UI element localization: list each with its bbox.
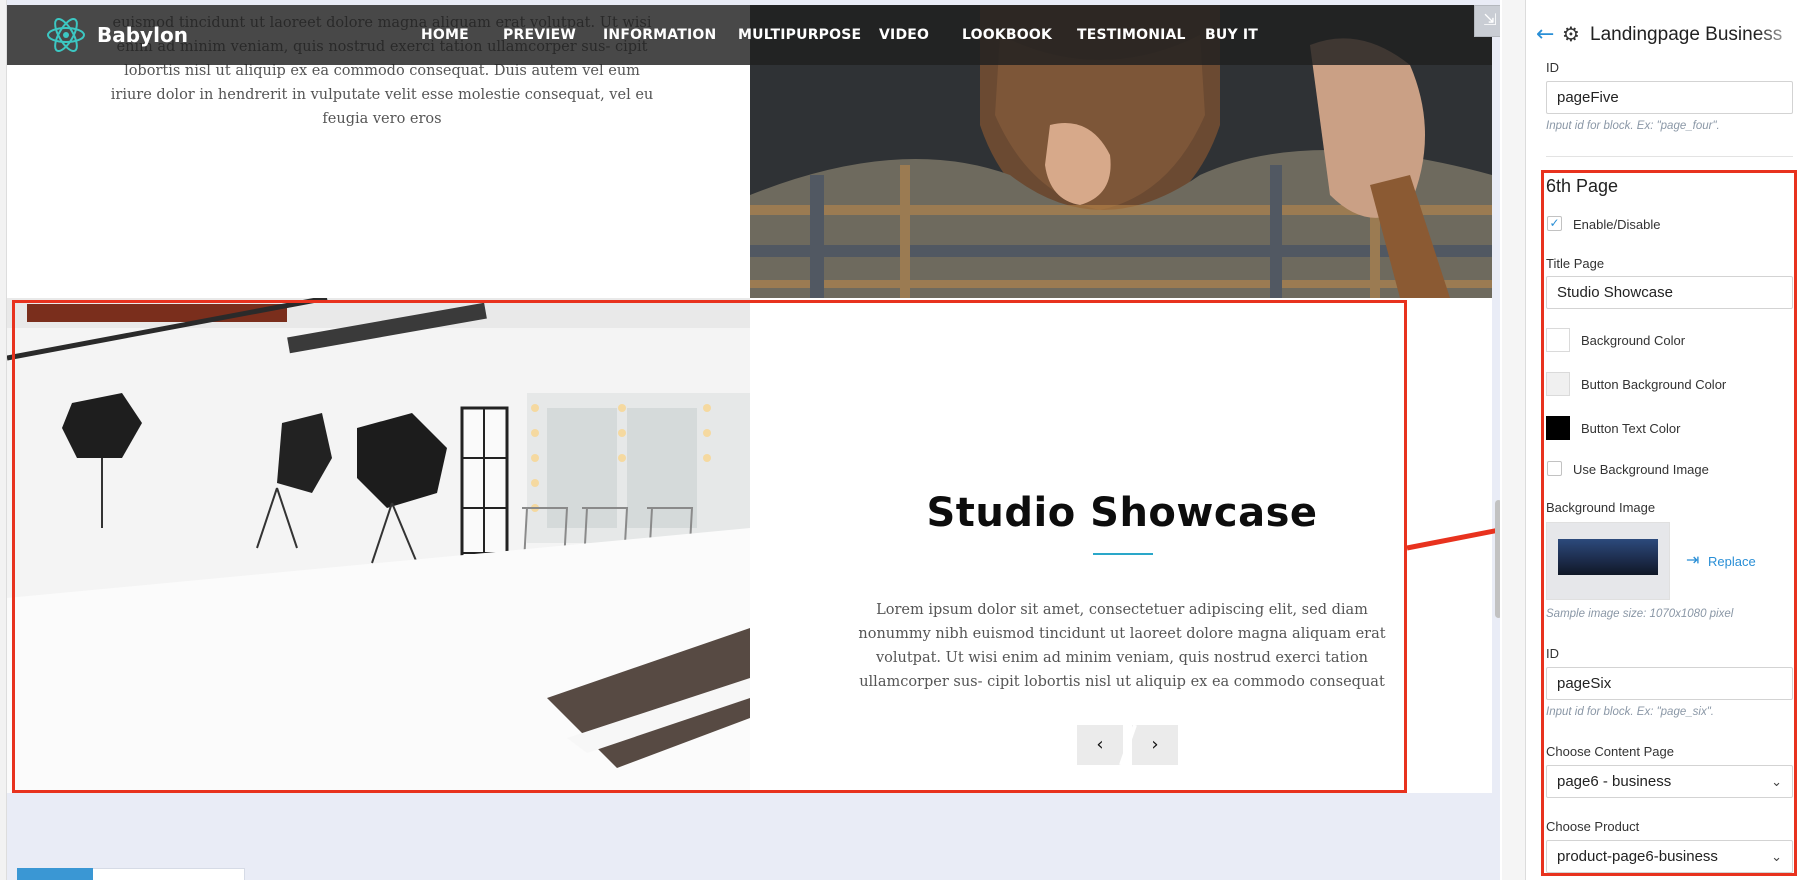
background-color-label: Background Color <box>1581 333 1686 348</box>
bottom-tab-desktop[interactable] <box>17 868 93 880</box>
slider-pager: ‹ › <box>1077 725 1178 765</box>
nav-testimonial[interactable]: TESTIMONIAL <box>1077 27 1186 43</box>
nav-video[interactable]: VIDEO <box>879 27 929 43</box>
panel-gutter <box>1502 0 1525 880</box>
prev-id-input[interactable]: pageFive <box>1546 81 1793 114</box>
bg-image-label: Background Image <box>1546 500 1656 515</box>
preview-left-edge <box>0 0 7 880</box>
button-text-color-swatch[interactable] <box>1546 416 1570 440</box>
button-bg-color-label: Button Background Color <box>1581 377 1727 392</box>
product-value: product-page6-business <box>1557 848 1718 865</box>
nav-multipurpose[interactable]: MULTIPURPOSE <box>738 27 861 43</box>
id-hint: Input id for block. Ex: "page_six". <box>1546 706 1714 718</box>
content-page-select[interactable]: page6 - business ⌄ <box>1546 765 1793 798</box>
studio-illustration <box>7 298 750 793</box>
replace-link[interactable]: Replace <box>1708 554 1756 569</box>
prev-id-hint: Input id for block. Ex: "page_four". <box>1546 120 1720 132</box>
preview-scrollbar[interactable] <box>1495 500 1500 618</box>
panel-title: Landingpage Business <box>1590 24 1783 45</box>
nav-lookbook[interactable]: LOOKBOOK <box>962 27 1052 43</box>
bg-image-hint: Sample image size: 1070x1080 pixel <box>1546 608 1734 620</box>
bg-image-preview <box>1558 539 1658 575</box>
brand-name[interactable]: Babylon <box>97 23 188 47</box>
product-select[interactable]: product-page6-business ⌄ <box>1546 840 1793 873</box>
annotation-arrow <box>1406 527 1500 551</box>
nav-preview[interactable]: PREVIEW <box>503 27 576 43</box>
title-fade <box>1756 18 1815 52</box>
bg-image-thumbnail[interactable] <box>1546 522 1670 600</box>
section-title: 6th Page <box>1546 176 1619 196</box>
background-color-swatch[interactable] <box>1546 328 1570 352</box>
next-slide-button[interactable]: › <box>1132 725 1178 765</box>
enable-label: Enable/Disable <box>1573 217 1661 232</box>
use-bg-image-checkbox[interactable] <box>1547 461 1562 476</box>
site-preview: euismod tincidunt ut laoreet dolore magn… <box>0 0 1500 880</box>
arrow-left-icon[interactable]: ← <box>1536 22 1554 47</box>
nav-buy-it[interactable]: BUY IT <box>1205 27 1258 43</box>
content-page-value: page6 - business <box>1557 773 1672 790</box>
id-label: ID <box>1546 646 1559 661</box>
button-bg-color-swatch[interactable] <box>1546 372 1570 396</box>
studio-showcase-section: Studio Showcase <box>7 298 1492 793</box>
gear-icon: ⚙ <box>1562 22 1580 46</box>
title-page-label: Title Page <box>1546 256 1605 271</box>
settings-panel: ← ⚙ Landingpage Business ID pageFive Inp… <box>1525 0 1815 880</box>
prev-id-label: ID <box>1546 60 1559 75</box>
content-page-label: Choose Content Page <box>1546 744 1674 759</box>
chevron-down-icon: ⌄ <box>1771 774 1782 789</box>
prev-slide-button[interactable]: ‹ <box>1077 725 1123 765</box>
studio-photo <box>7 298 750 793</box>
replace-icon[interactable]: ⇥ <box>1686 550 1699 570</box>
product-label: Choose Product <box>1546 819 1640 834</box>
button-text-color-label: Button Text Color <box>1581 421 1681 436</box>
enable-checkbox[interactable]: ✓ <box>1547 216 1562 231</box>
use-bg-image-label: Use Background Image <box>1573 462 1709 477</box>
atom-logo-icon[interactable] <box>45 14 87 56</box>
collapse-arrows-icon[interactable]: ⇲ <box>1474 5 1500 37</box>
chevron-down-icon: ⌄ <box>1771 849 1782 864</box>
site-navbar: Babylon HOME PREVIEW INFORMATION MULTIPU… <box>7 5 1492 65</box>
panel-divider <box>1546 156 1793 157</box>
id-input[interactable]: pageSix <box>1546 667 1793 700</box>
studio-title: Studio Showcase <box>926 490 1318 536</box>
title-underline <box>1093 553 1153 555</box>
studio-paragraph: Lorem ipsum dolor sit amet, consectetuer… <box>858 602 1386 690</box>
nav-home[interactable]: HOME <box>421 27 469 43</box>
panel-header: ← ⚙ Landingpage Business <box>1526 0 1815 72</box>
nav-information[interactable]: INFORMATION <box>603 27 716 43</box>
title-page-input[interactable]: Studio Showcase <box>1546 276 1793 309</box>
